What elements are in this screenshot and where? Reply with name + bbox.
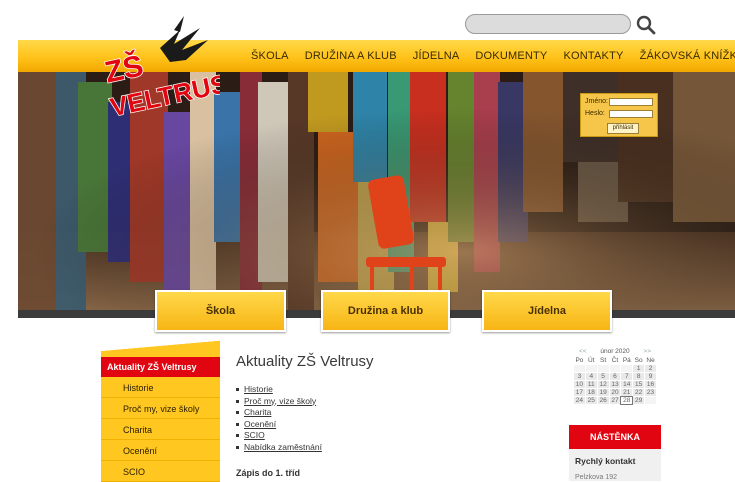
login-submit-button[interactable]: přihlásit xyxy=(607,123,639,134)
school-logo[interactable]: ZŠ VELTRUSY xyxy=(100,10,248,128)
calendar-empty-cell xyxy=(645,397,656,404)
link-nabidka[interactable]: Nabídka zaměstnání xyxy=(244,442,322,452)
page-title: Aktuality ZŠ Veltrusy xyxy=(236,353,374,370)
calendar-day[interactable]: 6 xyxy=(609,373,621,380)
login-pass-field[interactable] xyxy=(609,110,653,118)
login-box: Jméno: Heslo: přihlásit xyxy=(580,93,658,137)
search-input[interactable] xyxy=(465,14,631,34)
calendar-day[interactable]: 27 xyxy=(609,397,621,404)
nav-item-dokumenty[interactable]: DOKUMENTY xyxy=(467,40,555,72)
link-historie[interactable]: Historie xyxy=(244,384,273,394)
calendar-month: únor 2020 xyxy=(600,348,630,355)
nav-item-zakovska[interactable]: ŽÁKOVSKÁ KNÍŽKA xyxy=(632,40,735,72)
calendar-day[interactable]: 26 xyxy=(597,397,609,404)
calendar-day[interactable]: 16 xyxy=(645,381,656,388)
nav-item-kontakty[interactable]: KONTAKTY xyxy=(555,40,631,72)
list-item: Proč my, vize školy xyxy=(236,396,322,408)
list-item: SCIO xyxy=(236,430,322,442)
link-charita[interactable]: Charita xyxy=(244,407,271,417)
nav-item-skola[interactable]: ŠKOLA xyxy=(243,40,297,72)
calendar-day[interactable]: 13 xyxy=(609,381,621,388)
list-item: Historie xyxy=(236,384,322,396)
main-nav: ŠKOLA DRUŽINA A KLUB JÍDELNA DOKUMENTY K… xyxy=(243,40,735,72)
calendar-day[interactable]: 22 xyxy=(633,389,645,396)
sidebar-item-historie[interactable]: Historie xyxy=(101,378,220,398)
list-item: Nabídka zaměstnání xyxy=(236,442,322,454)
quick-contact-title: Rychlý kontakt xyxy=(575,456,636,466)
calendar-day[interactable]: 4 xyxy=(585,373,597,380)
calendar-weekday: St xyxy=(600,357,607,364)
calendar-prev-button[interactable]: << xyxy=(579,347,587,356)
calendar: << únor 2020 >> Po Út St Čt Pá So Ne 123456789… xyxy=(573,347,657,405)
sidebar-top-cut xyxy=(101,340,220,357)
calendar-day[interactable]: 10 xyxy=(574,381,585,388)
login-user-label: Jméno: xyxy=(585,98,608,105)
calendar-day[interactable]: 18 xyxy=(585,389,597,396)
search-area xyxy=(465,14,657,36)
calendar-next-button[interactable]: >> xyxy=(643,347,651,356)
calendar-day[interactable]: 14 xyxy=(621,381,633,388)
tab-druzina[interactable]: Družina a klub xyxy=(321,290,450,332)
calendar-day[interactable]: 25 xyxy=(585,397,597,404)
calendar-weekday: Čt xyxy=(611,357,619,364)
section-subheading: Zápis do 1. tříd xyxy=(236,468,301,478)
calendar-day[interactable]: 12 xyxy=(597,381,609,388)
quick-contact-line: Pelzkova 192 xyxy=(575,474,618,481)
calendar-header: << únor 2020 >> xyxy=(573,347,657,356)
tab-skola[interactable]: Škola xyxy=(155,290,286,332)
nav-item-jidelna[interactable]: JÍDELNA xyxy=(405,40,468,72)
calendar-weekday: So xyxy=(634,357,643,364)
calendar-day[interactable]: 9 xyxy=(645,373,656,380)
nav-item-druzina[interactable]: DRUŽINA A KLUB xyxy=(297,40,405,72)
logo-text-zs: ZŠ xyxy=(102,48,147,89)
calendar-day[interactable]: 17 xyxy=(574,389,585,396)
calendar-day[interactable]: 3 xyxy=(574,373,585,380)
tab-jidelna[interactable]: Jídelna xyxy=(482,290,612,332)
calendar-day[interactable]: 19 xyxy=(597,389,609,396)
calendar-empty-cell xyxy=(585,365,597,372)
list-item: Charita xyxy=(236,407,322,419)
login-pass-label: Heslo: xyxy=(585,110,605,117)
calendar-weekday: Ne xyxy=(646,357,655,364)
calendar-day[interactable]: 23 xyxy=(645,389,656,396)
sidebar-item-charita[interactable]: Charita xyxy=(101,420,220,440)
calendar-grid: Po Út St Čt Pá So Ne 1 2 3 4 5 6 7 8 9 10 11 12 13 14 15 16 17… xyxy=(573,356,657,405)
calendar-empty-cell xyxy=(597,365,609,372)
sidebar-item-oceneni[interactable]: Ocenění xyxy=(101,441,220,461)
calendar-weekday: Po xyxy=(575,357,584,364)
sidebar-item-scio[interactable]: SCIO xyxy=(101,462,220,482)
calendar-empty-cell xyxy=(609,365,621,372)
calendar-empty-cell xyxy=(574,365,585,372)
calendar-day[interactable]: 5 xyxy=(597,373,609,380)
sidebar-item-vize[interactable]: Proč my, vize školy xyxy=(101,399,220,419)
calendar-day[interactable]: 2 xyxy=(645,365,656,372)
calendar-weekday: Pá xyxy=(622,357,631,364)
link-vize[interactable]: Proč my, vize školy xyxy=(244,396,316,406)
list-item: Ocenění xyxy=(236,419,322,431)
calendar-day[interactable]: 28 xyxy=(620,396,634,405)
link-oceneni[interactable]: Ocenění xyxy=(244,419,276,429)
calendar-day[interactable]: 15 xyxy=(633,381,645,388)
search-icon[interactable] xyxy=(636,14,656,36)
calendar-day[interactable]: 29 xyxy=(633,397,645,404)
calendar-empty-cell xyxy=(621,365,633,372)
notice-board-header: NÁSTĚNKA xyxy=(569,425,661,449)
main-link-list: Historie Proč my, vize školy Charita Oce… xyxy=(236,384,322,453)
sidebar-header[interactable]: Aktuality ZŠ Veltrusy xyxy=(101,357,220,377)
calendar-day[interactable]: 1 xyxy=(633,365,645,372)
calendar-day[interactable]: 21 xyxy=(621,389,633,396)
calendar-day[interactable]: 20 xyxy=(609,389,621,396)
calendar-day[interactable]: 8 xyxy=(633,373,645,380)
link-scio[interactable]: SCIO xyxy=(244,430,265,440)
calendar-weekday: Út xyxy=(588,357,595,364)
calendar-day[interactable]: 11 xyxy=(585,381,597,388)
calendar-day[interactable]: 24 xyxy=(574,397,585,404)
login-user-field[interactable] xyxy=(609,98,653,106)
calendar-day[interactable]: 7 xyxy=(621,373,633,380)
